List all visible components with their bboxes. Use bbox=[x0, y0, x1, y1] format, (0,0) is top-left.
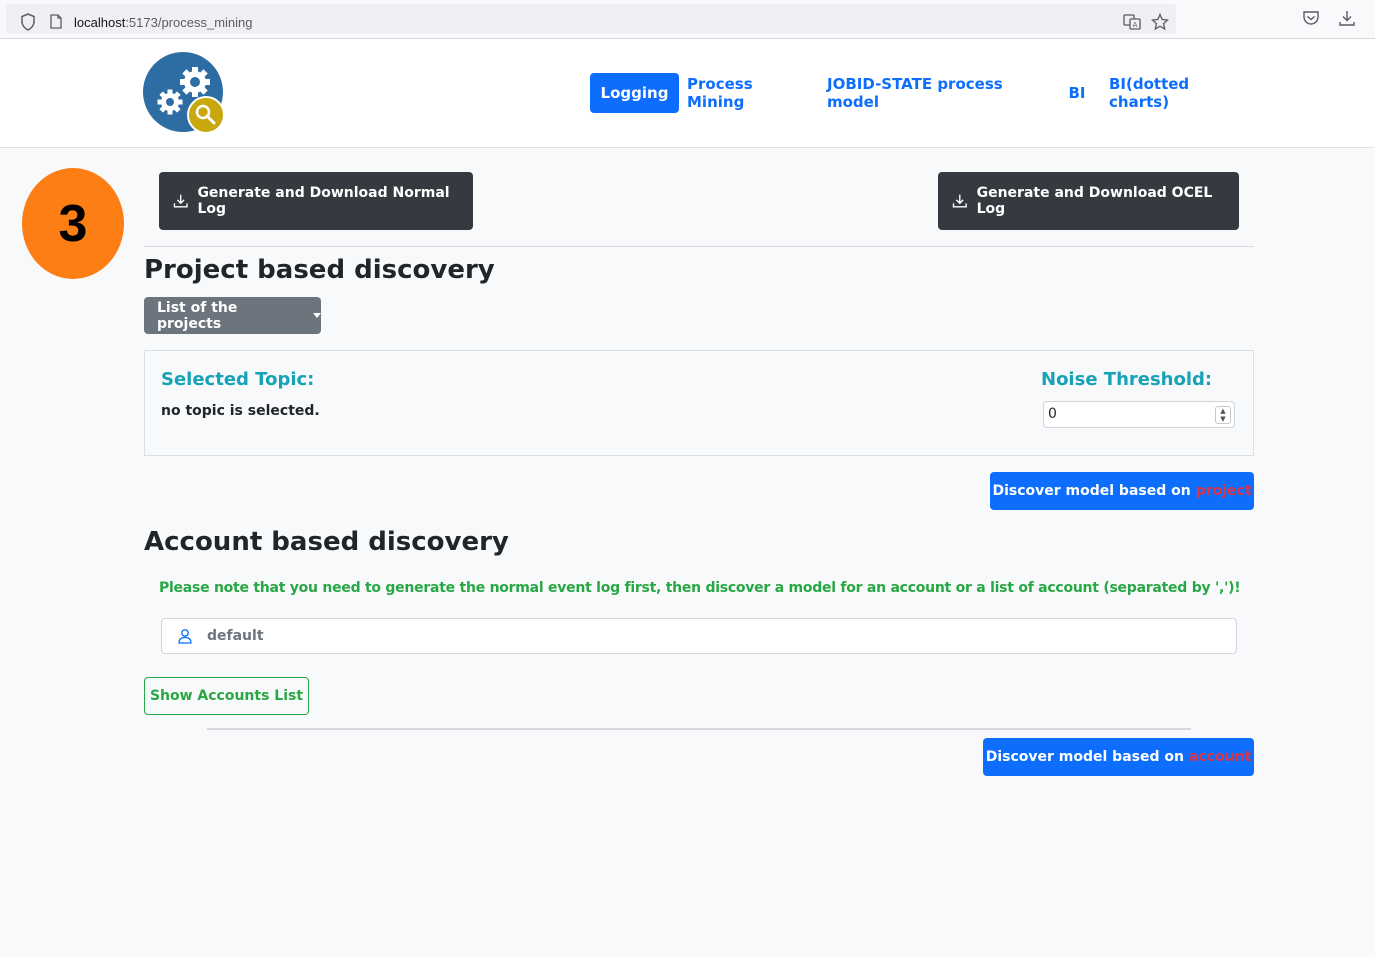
discover-account-label: Discover model based on bbox=[985, 749, 1184, 765]
discover-account-highlight: account bbox=[1188, 749, 1252, 765]
star-icon[interactable] bbox=[1151, 13, 1169, 31]
download-icon bbox=[173, 194, 188, 208]
discover-account-button[interactable]: Discover model based on account bbox=[983, 738, 1254, 776]
discover-project-label: Discover model based on bbox=[992, 483, 1191, 499]
pocket-icon[interactable] bbox=[1302, 9, 1320, 27]
discover-project-button[interactable]: Discover model based on project bbox=[990, 472, 1254, 510]
account-input-value: default bbox=[207, 628, 264, 644]
generate-normal-log-label: Generate and Download Normal Log bbox=[197, 185, 450, 217]
browser-toolbar: localhost:5173/process_mining A bbox=[0, 0, 1375, 39]
project-details-card: Selected Topic: no topic is selected. No… bbox=[144, 350, 1254, 456]
show-accounts-button[interactable]: Show Accounts List bbox=[144, 677, 309, 715]
account-input[interactable]: default bbox=[161, 618, 1237, 654]
shield-icon[interactable] bbox=[20, 13, 36, 31]
nav-jobid-state[interactable]: JOBID-STATE process model bbox=[827, 73, 1047, 113]
user-icon bbox=[178, 629, 192, 644]
svg-text:A: A bbox=[1133, 21, 1138, 29]
translate-icon[interactable]: A bbox=[1123, 13, 1141, 31]
divider bbox=[207, 728, 1191, 730]
address-bar[interactable]: localhost:5173/process_mining A bbox=[6, 4, 1176, 34]
page-icon bbox=[50, 14, 62, 29]
nav-process-mining[interactable]: Process Mining bbox=[687, 73, 811, 113]
divider bbox=[144, 246, 1254, 247]
account-note: Please note that you need to generate th… bbox=[159, 580, 1241, 596]
app-header: Logging Process Mining JOBID-STATE proce… bbox=[0, 39, 1375, 148]
app-logo[interactable] bbox=[143, 52, 227, 134]
project-discovery-title: Project based discovery bbox=[144, 255, 495, 285]
projects-dropdown-label: List of the projects bbox=[157, 299, 238, 332]
projects-dropdown-button[interactable]: List of the projects bbox=[144, 297, 321, 334]
account-discovery-title: Account based discovery bbox=[144, 527, 509, 557]
selected-topic-value: no topic is selected. bbox=[161, 403, 320, 419]
nav-bi-dotted-charts[interactable]: BI(dotted charts) bbox=[1109, 73, 1245, 113]
generate-normal-log-button[interactable]: Generate and Download Normal Log bbox=[159, 172, 473, 230]
nav-logging[interactable]: Logging bbox=[590, 73, 679, 113]
noise-threshold-value: 0 bbox=[1048, 406, 1057, 422]
selected-topic-label: Selected Topic: bbox=[161, 369, 315, 390]
step-badge: 3 bbox=[22, 168, 124, 279]
download-icon[interactable] bbox=[1338, 9, 1356, 27]
noise-threshold-input[interactable]: 0 ▲ ▼ bbox=[1043, 401, 1235, 428]
url-text: localhost:5173/process_mining bbox=[74, 15, 253, 30]
download-icon bbox=[952, 194, 967, 208]
caret-down-icon bbox=[313, 313, 321, 318]
generate-ocel-log-button[interactable]: Generate and Download OCEL Log bbox=[938, 172, 1239, 230]
nav-bi[interactable]: BI bbox=[1062, 73, 1092, 113]
noise-threshold-label: Noise Threshold: bbox=[1041, 369, 1213, 390]
discover-project-highlight: project bbox=[1195, 483, 1252, 499]
number-spinner-icon[interactable]: ▲ ▼ bbox=[1215, 406, 1231, 424]
generate-ocel-log-label: Generate and Download OCEL Log bbox=[976, 185, 1213, 217]
